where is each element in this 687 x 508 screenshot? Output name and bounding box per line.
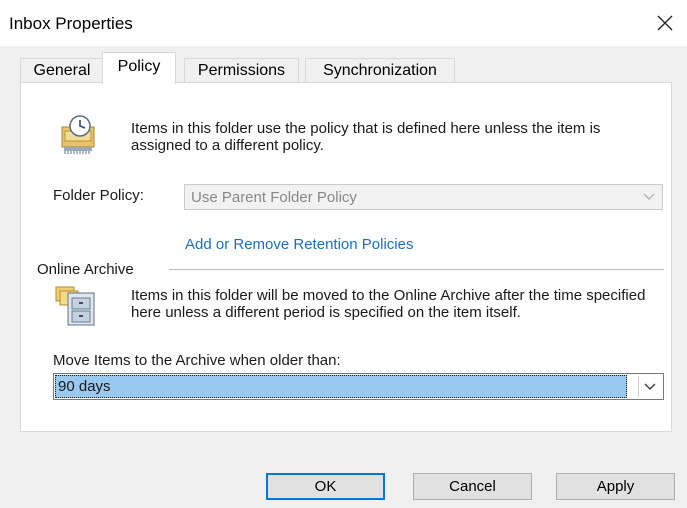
close-icon [657, 15, 673, 31]
chevron-down-icon[interactable] [638, 376, 661, 397]
archive-age-dropdown[interactable]: 90 days [53, 373, 664, 400]
add-remove-retention-policies-link[interactable]: Add or Remove Retention Policies [185, 236, 413, 253]
cancel-button[interactable]: Cancel [413, 473, 532, 500]
archive-cabinet-icon [54, 283, 98, 327]
policy-description: Items in this folder use the policy that… [131, 120, 601, 154]
folder-policy-value: Use Parent Folder Policy [191, 189, 357, 206]
close-button[interactable] [649, 8, 681, 38]
online-archive-group-label: Online Archive [37, 261, 134, 278]
move-items-label: Move Items to the Archive when older tha… [53, 352, 341, 369]
tab-policy[interactable]: Policy [102, 52, 176, 84]
apply-button[interactable]: Apply [556, 473, 675, 500]
archive-description: Items in this folder will be moved to th… [131, 287, 646, 321]
window-title: Inbox Properties [9, 14, 133, 33]
inbox-properties-dialog: Inbox Properties General Policy Permissi… [0, 0, 687, 508]
tab-permissions[interactable]: Permissions [184, 58, 299, 83]
chevron-down-icon [638, 187, 660, 207]
archive-age-value: 90 days [55, 375, 627, 398]
tab-general[interactable]: General [20, 58, 104, 83]
policy-tab-panel: Items in this folder use the policy that… [20, 82, 672, 432]
folder-policy-dropdown: Use Parent Folder Policy [184, 184, 663, 210]
ok-button[interactable]: OK [266, 473, 385, 500]
group-divider [169, 269, 664, 270]
title-bar: Inbox Properties [0, 0, 687, 46]
folder-policy-label: Folder Policy: [53, 187, 144, 204]
tab-synchronization[interactable]: Synchronization [305, 58, 455, 83]
policy-clock-icon [59, 113, 99, 155]
